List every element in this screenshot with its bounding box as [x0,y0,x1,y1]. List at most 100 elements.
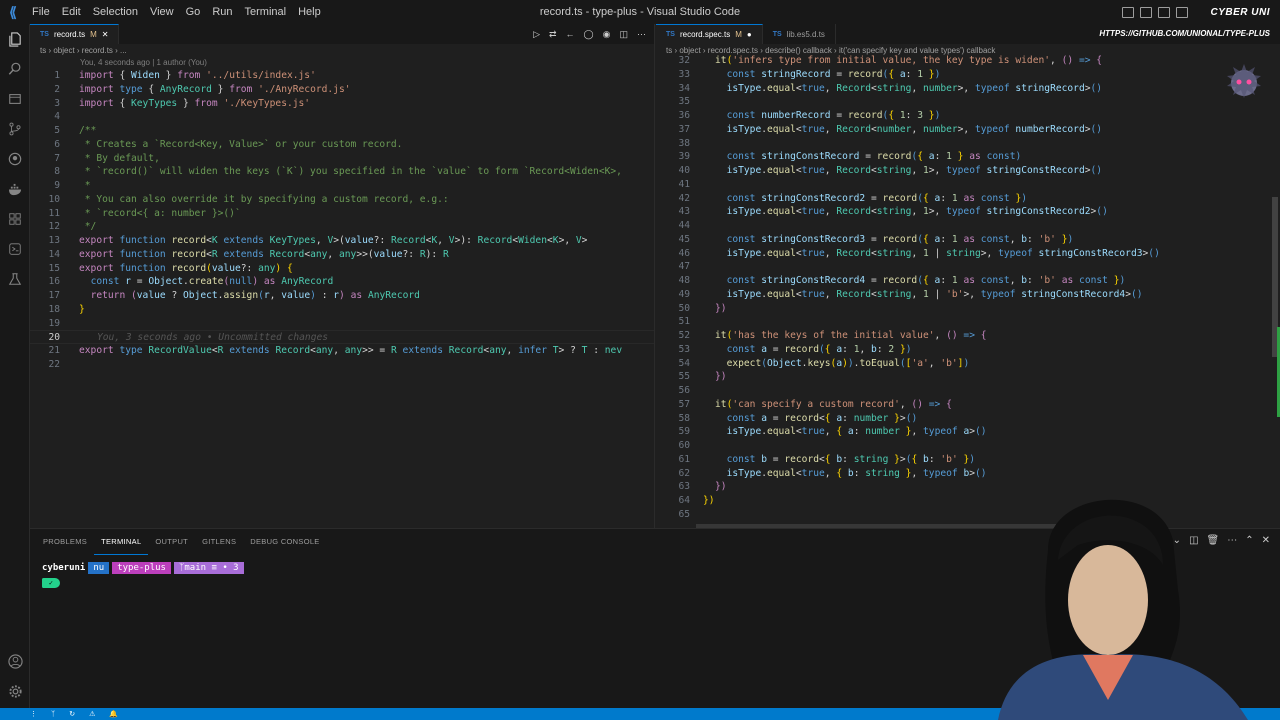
compare-icon[interactable]: ⇄ [549,29,557,40]
menu-file[interactable]: File [26,0,56,24]
breadcrumb[interactable]: ts › object › record.ts › ... [30,44,654,57]
github-icon[interactable] [0,144,30,174]
toggle-panel-icon[interactable] [1140,6,1153,18]
go-back-icon[interactable]: ← [566,29,575,39]
code-line: 39 const stringConstRecord = record({ a:… [678,151,1022,163]
tab-lib-es5-d-ts[interactable]: TS lib.es5.d.ts [763,24,836,44]
branch-status-icon[interactable]: ᛉ [51,711,55,718]
code-line: 21 export type RecordValue<R extends Reco… [48,345,623,356]
menu-run[interactable]: Run [206,0,238,24]
close-icon[interactable]: ✕ [102,30,109,39]
code-line: 34 isType.equal<true, Record<string, num… [678,82,1103,94]
layout-controls: CYBER UNI [1122,0,1270,24]
sync-icon[interactable]: ↻ [69,710,75,718]
tab-record-ts[interactable]: TS record.ts M ✕ [30,24,120,44]
menu-terminal[interactable]: Terminal [239,0,293,24]
settings-gear-icon[interactable] [0,676,30,706]
vertical-scrollbar[interactable] [1270,57,1280,528]
prompt-status-icon: ✓ [42,578,60,588]
code-line: 8 * `record()` will widen the keys (`K`)… [54,166,622,178]
files-icon[interactable] [0,24,30,54]
open-changes-icon[interactable]: ◯ [584,29,594,40]
code-line: 18} [48,303,85,315]
editor-group-left: TS record.ts M ✕ ▷ ⇄ ← ◯ ◉ ◫ ⋯ ts › obje… [30,24,655,528]
codelens-blame[interactable]: You, 4 seconds ago | 1 author (You) [30,57,654,69]
channel-brand: CYBER UNI [1210,6,1270,18]
code-line: 4 [54,111,60,123]
extensions-icon[interactable] [0,204,30,234]
split-editor-icon[interactable]: ◫ [619,29,628,40]
mascot-icon [1227,64,1261,98]
code-line: 12 */ [48,221,97,233]
editor-actions-left: ▷ ⇄ ← ◯ ◉ ◫ ⋯ [533,24,646,44]
code-line: 36 const numberRecord = record({ 1: 3 }) [678,110,941,121]
code-editor-left[interactable]: 1 import { Widen } from '../utils/index.j… [30,69,654,372]
inline-blame[interactable]: You, 3 seconds ago • Uncommitted changes [79,332,328,343]
dirty-dot-icon[interactable]: ● [747,30,752,39]
toggle-secondary-sidebar-icon[interactable] [1158,6,1171,18]
source-control-icon[interactable] [0,114,30,144]
code-line: 57 it('can specify a custom record', () =… [678,398,952,410]
code-line: 7 * By default, [54,152,160,164]
vscode-logo-icon[interactable]: ⟪ [0,0,26,24]
code-line-current: 20 You, 3 seconds ago • Uncommitted chang… [30,330,654,344]
notifications-icon[interactable]: 🔔 [109,710,118,718]
account-icon[interactable] [0,646,30,676]
menu-go[interactable]: Go [180,0,207,24]
code-line: 13 export function record<K extends KeyTy… [48,235,588,246]
code-line: 58 const a = record<{ a: number }>() [678,412,918,424]
code-line: 14 export function record<R extends Recor… [48,248,449,260]
testing-icon[interactable] [0,264,30,294]
code-line: 43 isType.equal<true, Record<string, 1>,… [678,206,1108,218]
git-commit-icon[interactable]: ◉ [603,29,611,40]
code-line: 32 it('infers type from initial value, th… [678,55,1103,66]
menu-edit[interactable]: Edit [56,0,87,24]
title-bar: ⟪ File Edit Selection View Go Run Termin… [0,0,1280,24]
customize-layout-icon[interactable] [1176,6,1189,18]
webcam-presenter [998,499,1248,720]
code-line: 10 * You can also override it by specify… [48,193,449,205]
prompt-user: cyberuni [42,563,86,573]
tab-output[interactable]: OUTPUT [148,529,195,555]
code-line: 38 [678,137,690,149]
menu-help[interactable]: Help [292,0,327,24]
code-line: 44 [678,220,690,231]
search-icon[interactable] [0,54,30,84]
tab-label: lib.es5.d.ts [786,29,825,39]
tab-gitlens[interactable]: GITLENS [195,529,243,555]
code-line: 16 const r = Object.create(null) as AnyR… [48,276,334,288]
editor-group-right: TS record.spec.ts M ● TS lib.es5.d.ts HT… [656,24,1280,528]
menu-selection[interactable]: Selection [87,0,144,24]
code-line: 15 export function record(value?: any) { [48,262,293,274]
code-line: 45 const stringConstRecord3 = record({ a… [678,233,1074,245]
menu-view[interactable]: View [144,0,180,24]
remote-indicator-icon[interactable]: ⋮ [30,710,37,718]
prompt-shell: nu [88,562,110,574]
docker-icon[interactable] [0,174,30,204]
explorer-alt-icon[interactable] [0,84,30,114]
activity-bar [0,24,30,708]
problems-icon[interactable]: ⚠ [89,710,95,718]
code-line: 11 * `record<{ a: number }>()` [48,207,241,219]
remote-icon[interactable] [0,234,30,264]
code-line: 61 const b = record<{ b: string }>({ b: … [678,453,976,465]
toggle-sidebar-icon[interactable] [1122,6,1135,18]
run-icon[interactable]: ▷ [533,29,540,40]
tab-terminal[interactable]: TERMINAL [94,530,149,555]
tab-debug-console[interactable]: DEBUG CONSOLE [243,529,326,555]
more-actions-icon[interactable]: ⋯ [637,29,646,40]
repo-url-overlay: HTTPS://GITHUB.COM/UNIONAL/TYPE-PLUS [1099,29,1270,38]
code-line: 53 const a = record({ a: 1, b: 2 }) [678,343,912,355]
code-editor-right[interactable]: 32 it('infers type from initial value, th… [656,54,1280,522]
code-line: 33 const stringRecord = record({ a: 1 }) [678,68,941,80]
code-line: 41 [678,178,690,190]
modified-badge: M [90,30,97,39]
code-line: 2 import type { AnyRecord } from './AnyRe… [54,83,351,95]
code-line: 49 isType.equal<true, Record<string, 1 |… [678,288,1143,300]
modified-badge: M [735,30,742,39]
code-line: 1 import { Widen } from '../utils/index.j… [54,70,316,81]
code-line: 51 [678,316,690,328]
code-line: 54 expect(Object.keys(a)).toEqual(['a', … [678,357,970,369]
tab-record-spec-ts[interactable]: TS record.spec.ts M ● [656,24,763,44]
tab-problems[interactable]: PROBLEMS [36,529,94,555]
